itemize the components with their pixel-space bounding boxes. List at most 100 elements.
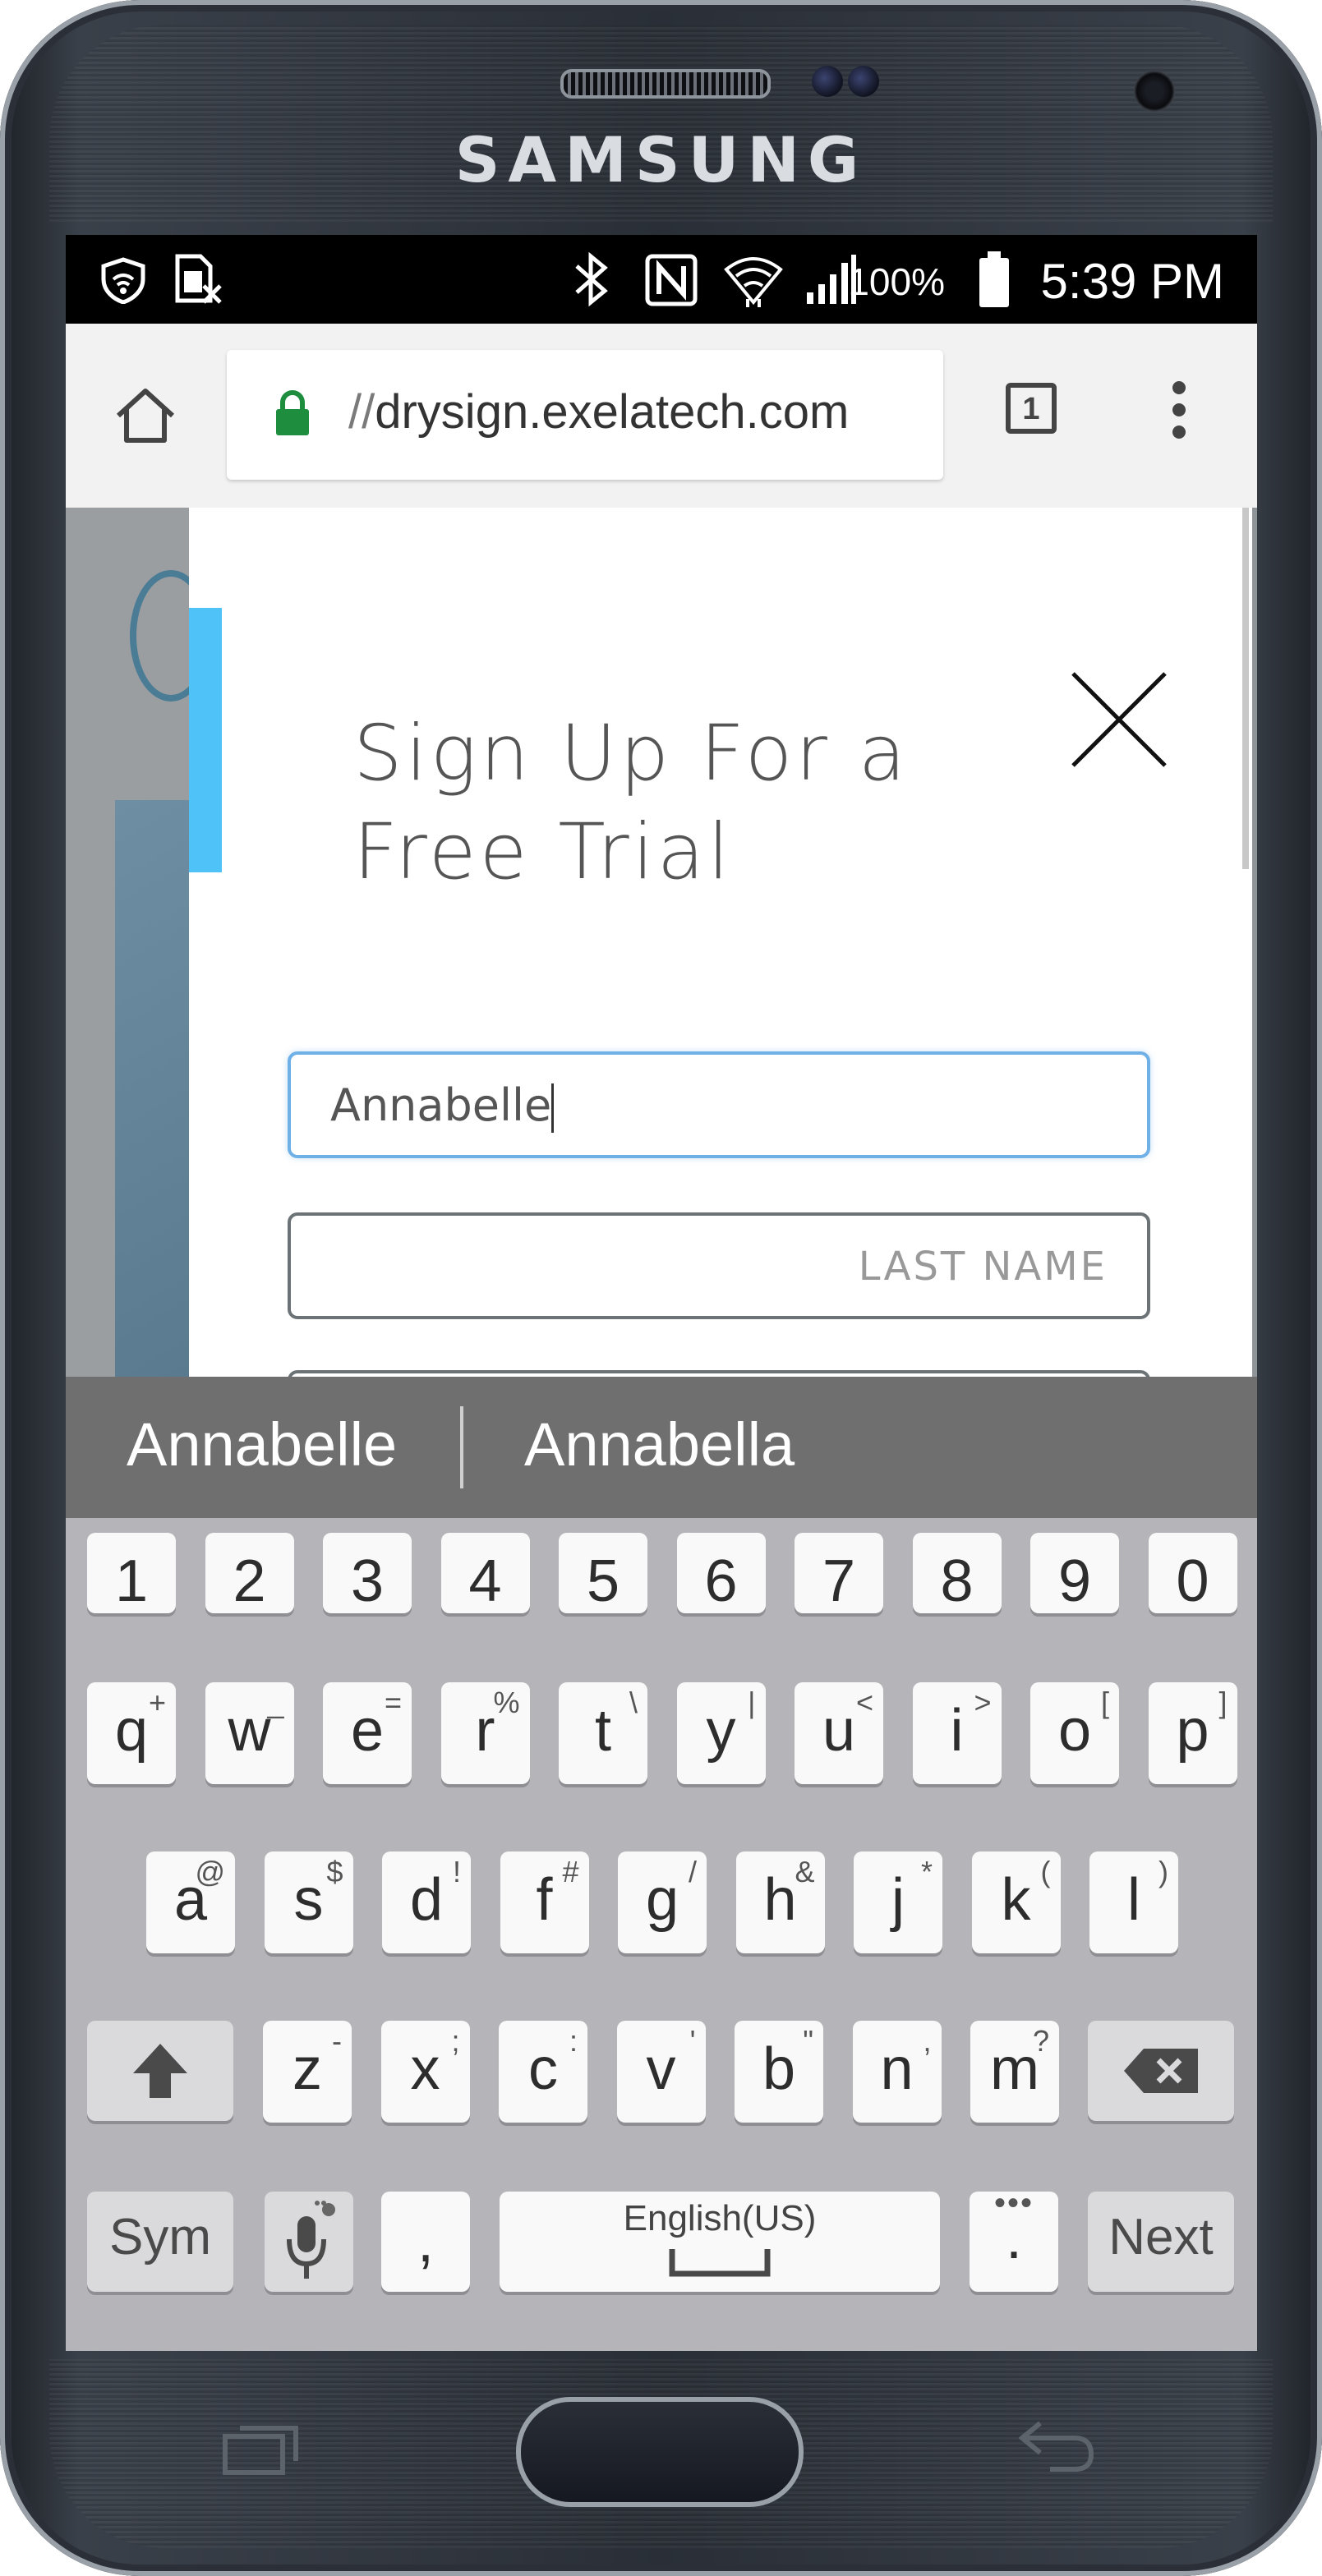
close-icon[interactable] (1068, 669, 1170, 770)
key-secondary-label: @ (195, 1855, 225, 1888)
key-label: 1 (114, 1548, 149, 1614)
key-secondary-label: ! (452, 1855, 461, 1888)
more-options-icon[interactable] (1168, 378, 1190, 442)
letter-key-c[interactable]: c: (499, 2021, 587, 2123)
letter-key-o[interactable]: o[ (1030, 1682, 1119, 1784)
letter-key-h[interactable]: h & (735, 1852, 825, 1953)
number-key-5[interactable]: 5 (559, 1533, 647, 1614)
background-panel (115, 800, 197, 1377)
backspace-key[interactable] (1088, 2021, 1234, 2121)
key-secondary-label: ) (1158, 1855, 1168, 1888)
key-secondary-label: > (974, 1686, 992, 1719)
home-button[interactable] (516, 2397, 804, 2507)
last-name-input[interactable]: LAST NAME (288, 1212, 1150, 1319)
battery-percent: 100% (848, 260, 945, 303)
letter-key-b[interactable]: b " (735, 2021, 823, 2123)
key-secondary-label: ] (1218, 1686, 1228, 1719)
letter-key-j[interactable]: j * (854, 1852, 942, 1953)
proximity-sensor (812, 66, 843, 97)
key-label: 9 (1057, 1548, 1092, 1614)
light-sensor (848, 66, 879, 97)
nfc-icon (645, 254, 698, 306)
period-key-label: . (1005, 2206, 1022, 2271)
letter-key-u[interactable]: u < (795, 1682, 883, 1784)
number-key-0[interactable]: 0 (1148, 1533, 1237, 1614)
letter-key-v[interactable]: v ' (616, 2021, 706, 2123)
next-key[interactable]: Next (1088, 2192, 1234, 2292)
key-secondary-label: / (688, 1855, 697, 1888)
suggestion-divider (460, 1406, 463, 1488)
period-key[interactable]: ••• . (970, 2185, 1058, 2292)
letter-key-n[interactable]: n, (852, 2021, 942, 2123)
letter-key-y[interactable]: y | (676, 1682, 766, 1784)
letter-key-e[interactable]: e = (323, 1682, 412, 1784)
sym-key[interactable]: Sym (87, 2192, 233, 2292)
bluetooth-icon (575, 251, 608, 307)
letter-key-q[interactable]: q + (87, 1682, 176, 1784)
url-bar[interactable]: //drysign.exelatech.com (227, 350, 943, 480)
number-key-7[interactable]: 7 (795, 1533, 883, 1614)
space-key-label: English(US) (623, 2198, 817, 2238)
wifi-shield-icon (101, 257, 145, 304)
voice-input-key[interactable] (265, 2192, 353, 2292)
microphone-icon (287, 2201, 335, 2279)
letter-key-d[interactable]: d! (382, 1852, 471, 1953)
browser-toolbar: //drysign.exelatech.com 1 (66, 324, 1257, 509)
back-icon[interactable] (1017, 2418, 1096, 2476)
phone-frame: SAMSUNG 100% 5:39 PM //drysign.exelatech… (0, 0, 1322, 2576)
key-label: 3 (350, 1548, 385, 1614)
key-label: 7 (822, 1548, 856, 1614)
letter-key-x[interactable]: x; (380, 2021, 470, 2123)
number-key-6[interactable]: 6 (676, 1533, 766, 1614)
letter-key-a[interactable]: a @ (146, 1852, 235, 1953)
letter-key-s[interactable]: s $ (264, 1852, 353, 1953)
number-key-8[interactable]: 8 (912, 1533, 1002, 1614)
key-label: 4 (468, 1548, 502, 1614)
key-secondary-label: < (855, 1686, 873, 1719)
number-key-9[interactable]: 9 (1030, 1533, 1119, 1614)
first-name-value: Annabelle (330, 1079, 552, 1131)
number-key-2[interactable]: 2 (205, 1533, 294, 1614)
next-form-field[interactable] (288, 1370, 1150, 1377)
space-bar-icon (669, 2249, 771, 2277)
url-text: //drysign.exelatech.com (348, 384, 849, 439)
soft-keyboard: 1 2 3 4 5 6 7 8 9 0 q + w _ e = r% t \ y | u < i > o[ p] a @ s $ d! f #… (66, 1518, 1257, 2351)
first-name-input[interactable]: Annabelle (288, 1051, 1150, 1158)
shift-key[interactable] (87, 2021, 233, 2121)
letter-key-p[interactable]: p] (1148, 1682, 1237, 1784)
letter-key-z[interactable]: z- (263, 2021, 352, 2123)
suggestion-1[interactable]: Annabelle (127, 1410, 397, 1479)
letter-key-r[interactable]: r% (440, 1682, 530, 1784)
letter-key-k[interactable]: k( (971, 1852, 1061, 1953)
key-secondary-label: [ (1100, 1686, 1109, 1719)
recent-apps-icon[interactable] (222, 2420, 301, 2477)
letter-key-g[interactable]: g / (618, 1852, 707, 1953)
space-key[interactable]: English(US) (500, 2192, 940, 2292)
letter-key-l[interactable]: l) (1089, 1852, 1178, 1953)
earpiece-speaker (560, 69, 771, 99)
number-key-4[interactable]: 4 (440, 1533, 530, 1614)
comma-key[interactable]: , (381, 2192, 470, 2292)
modal-title: Sign Up For a Free Trial (353, 705, 978, 902)
letter-key-f[interactable]: f # (500, 1852, 589, 1953)
front-camera (1134, 71, 1175, 112)
number-key-1[interactable]: 1 (87, 1533, 176, 1614)
key-secondary-label: - (332, 2024, 342, 2058)
number-key-3[interactable]: 3 (323, 1533, 412, 1614)
signup-modal: Sign Up For a Free Trial Annabelle LAST … (189, 508, 1252, 1377)
letter-key-m[interactable]: m? (970, 2021, 1059, 2123)
letter-key-i[interactable]: i > (912, 1682, 1002, 1784)
letter-key-t[interactable]: t \ (559, 1682, 647, 1784)
comma-key-label: , (417, 2209, 434, 2275)
suggestion-2[interactable]: Annabella (524, 1410, 795, 1479)
last-name-placeholder: LAST NAME (858, 1244, 1108, 1290)
home-icon[interactable] (113, 386, 177, 445)
key-label: 0 (1176, 1548, 1209, 1614)
letter-key-w[interactable]: w _ (205, 1682, 294, 1784)
page-scrollbar[interactable] (1242, 508, 1249, 869)
key-secondary-label: ( (1040, 1855, 1051, 1888)
tab-switcher-button[interactable]: 1 (1006, 383, 1057, 434)
status-bar: 100% 5:39 PM (66, 235, 1257, 324)
url-scheme: // (348, 385, 375, 439)
key-secondary-label: \ (629, 1686, 638, 1719)
